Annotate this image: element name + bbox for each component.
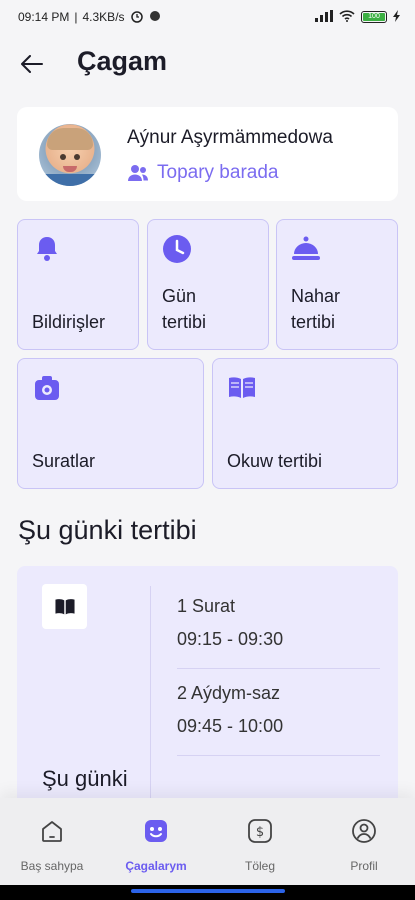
signal-icon	[315, 9, 333, 25]
nav-label: Baş sahypa	[20, 859, 84, 873]
nav-profile[interactable]: Profil	[312, 818, 415, 873]
camera-icon	[35, 376, 59, 400]
group-users-icon	[128, 165, 148, 181]
food-cloche-icon	[292, 236, 320, 260]
battery-icon: 100	[361, 11, 387, 23]
book-icon	[229, 377, 255, 398]
group-link-label: Topary barada	[157, 162, 279, 183]
wifi-icon	[339, 9, 355, 25]
schedule-icon-box	[42, 584, 87, 629]
arrow-left-icon	[21, 55, 43, 73]
child-name: Aýnur Aşyrmämmedowa	[127, 127, 333, 148]
nav-children[interactable]: Çagalarym	[104, 818, 208, 873]
system-home-bar	[0, 885, 415, 900]
child-face-icon	[145, 820, 167, 842]
nav-label: Çagalarym	[125, 859, 187, 873]
status-time: 09:14 PM	[18, 10, 70, 24]
child-profile-card[interactable]: Aýnur Aşyrmämmedowa Topary barada	[17, 107, 398, 201]
nav-payment[interactable]: $ Töleg	[208, 818, 312, 873]
tile-label: Suratlar	[32, 451, 96, 471]
page-title: Çagam	[77, 46, 168, 76]
avatar	[39, 124, 101, 186]
nav-home[interactable]: Baş sahypa	[0, 818, 104, 873]
charging-icon	[393, 9, 401, 25]
nav-label: Töleg	[244, 859, 276, 873]
schedule-day-label: Şu günki	[42, 766, 128, 791]
section-title-today-schedule: Şu günki tertibi	[18, 515, 197, 545]
tile-label: Nahar tertibi	[291, 286, 341, 332]
tile-daily-schedule[interactable]: Gün tertibi	[147, 219, 269, 350]
status-network-speed: 4.3KB/s	[82, 10, 125, 24]
battery-level: 100	[363, 13, 385, 21]
payment-icon: $	[248, 819, 272, 843]
schedule-item[interactable]: 2 Aýdym-saz 09:45 - 10:00	[177, 683, 283, 737]
notification-dot-icon	[149, 10, 161, 25]
schedule-item-name: 2 Aýdym-saz	[177, 683, 281, 703]
schedule-separator	[177, 668, 380, 669]
tile-photos[interactable]: Suratlar	[17, 358, 204, 489]
alarm-icon	[130, 9, 144, 26]
schedule-separator	[177, 755, 380, 756]
group-info-link[interactable]: Topary barada	[127, 162, 278, 184]
schedule-item-time: 09:45 - 10:00	[177, 716, 284, 736]
tile-study-schedule[interactable]: Okuw tertibi	[212, 358, 398, 489]
bell-icon	[37, 237, 57, 261]
home-icon	[42, 821, 62, 842]
clock-icon	[163, 235, 191, 263]
bottom-navigation: Baş sahypa Çagalarym $ Töleg Profil	[0, 798, 415, 885]
schedule-item[interactable]: 1 Surat 09:15 - 09:30	[177, 596, 283, 650]
app-header: Çagam	[0, 40, 415, 88]
schedule-item-name: 1 Surat	[177, 596, 236, 616]
nav-label: Profil	[350, 859, 378, 873]
book-icon	[54, 598, 75, 614]
back-button[interactable]	[18, 50, 46, 78]
tile-label: Gün tertibi	[162, 286, 207, 332]
schedule-item-time: 09:15 - 09:30	[177, 629, 284, 649]
tile-notifications[interactable]: Bildirişler	[17, 219, 139, 350]
tile-label: Bildirişler	[32, 312, 106, 332]
home-indicator[interactable]	[131, 889, 285, 893]
tile-label: Okuw tertibi	[227, 451, 323, 471]
user-profile-icon	[352, 819, 376, 843]
status-bar: 09:14 PM | 4.3KB/s 100	[0, 0, 415, 34]
svg-text:$: $	[256, 825, 264, 840]
tile-meal-schedule[interactable]: Nahar tertibi	[276, 219, 398, 350]
